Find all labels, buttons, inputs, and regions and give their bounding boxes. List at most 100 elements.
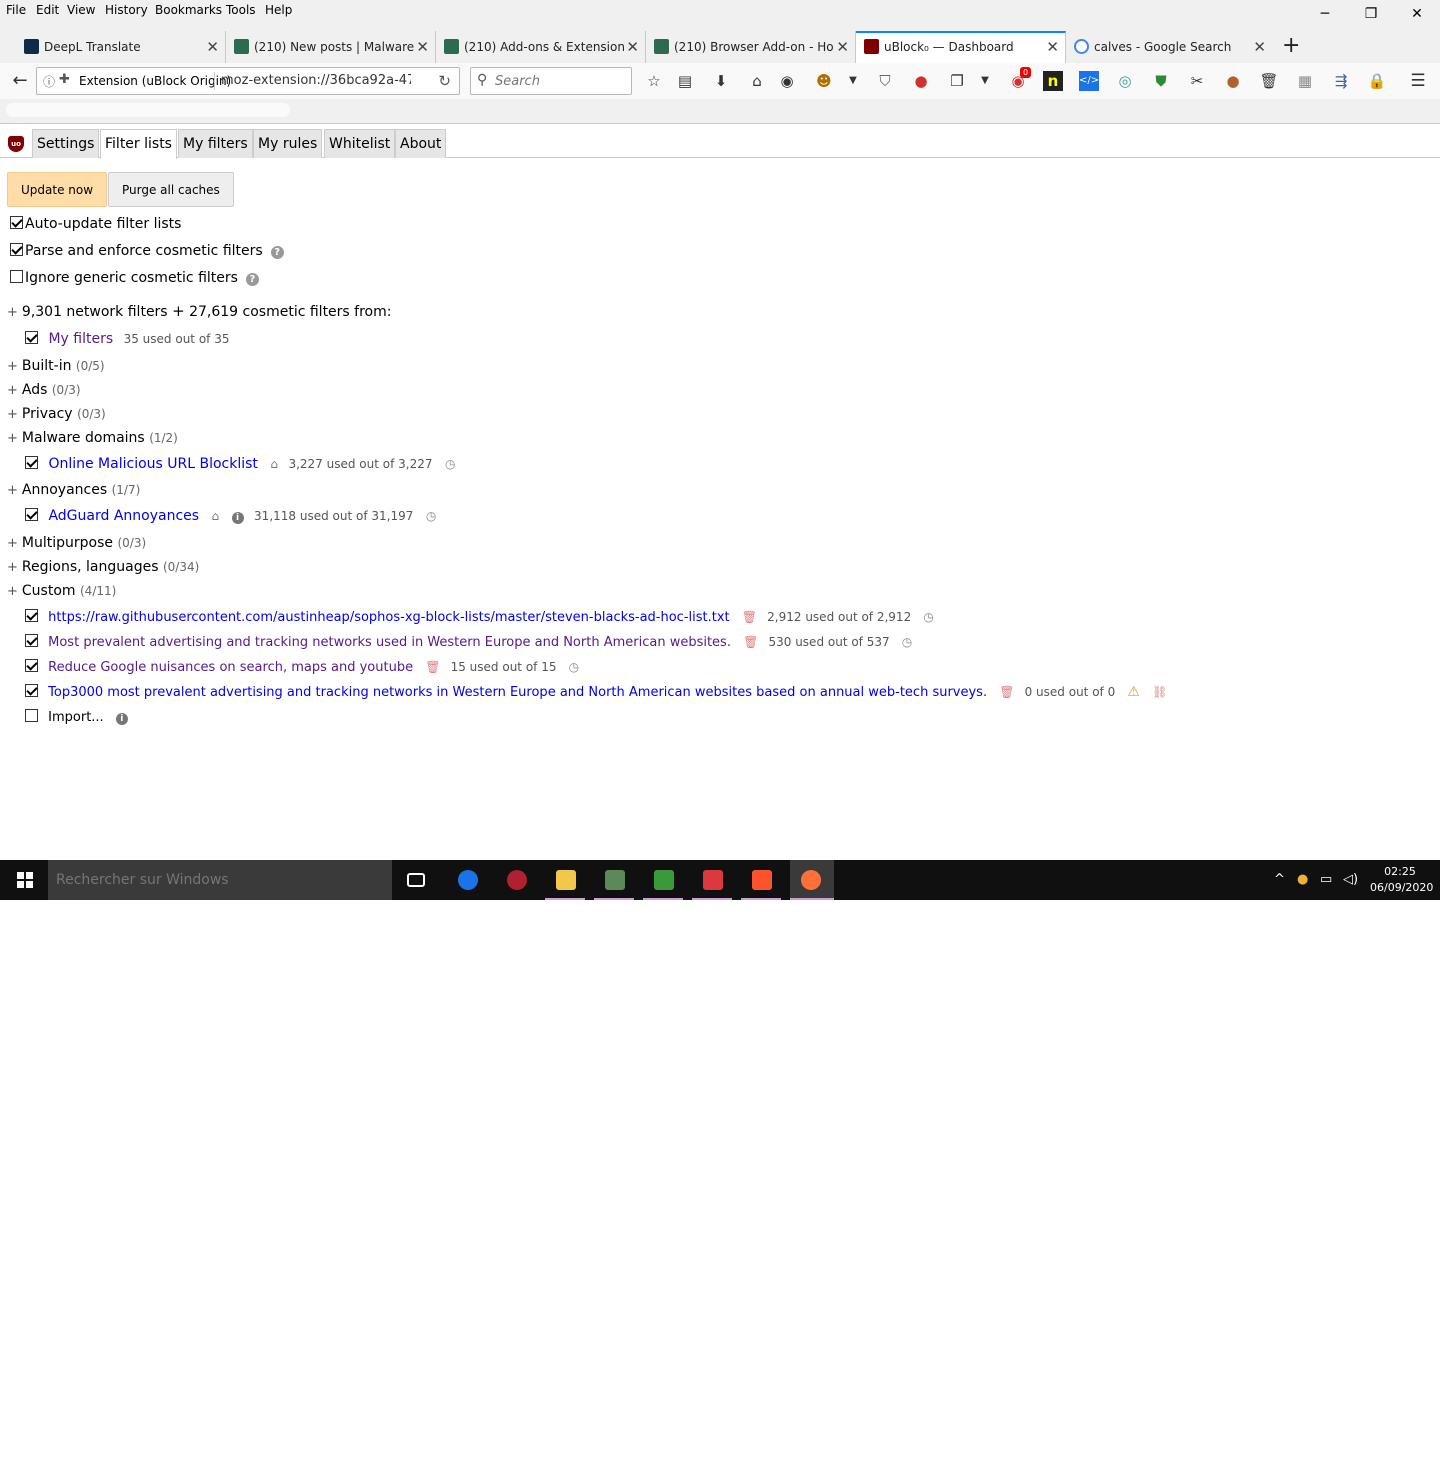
auto-update-checkbox[interactable] <box>10 216 23 229</box>
privacy-badger-icon[interactable]: ◎ <box>1115 71 1135 91</box>
purge-all-caches-button[interactable]: Purge all caches <box>108 172 234 207</box>
clock-icon[interactable]: ◷ <box>902 635 912 649</box>
search-box[interactable]: ⚲ <box>470 67 632 95</box>
forward-icon[interactable]: ⇶ <box>1331 71 1351 91</box>
close-tab-icon[interactable]: ✕ <box>206 31 219 63</box>
group-annoyances[interactable]: + Annoyances (1/7) <box>7 482 140 498</box>
taskbar-app-red[interactable] <box>496 860 536 900</box>
hamburger-menu-icon[interactable]: ☰ <box>1408 71 1428 91</box>
parse-cosmetic-checkbox[interactable] <box>10 243 23 256</box>
trash-icon[interactable]: 🗑 <box>999 685 1014 699</box>
expand-plus-icon[interactable]: + <box>7 483 18 498</box>
close-tab-icon[interactable]: ✕ <box>1046 33 1059 61</box>
adguard-annoyances-checkbox[interactable] <box>25 508 38 521</box>
task-view-button[interactable] <box>396 860 436 900</box>
clock-icon[interactable]: ◷ <box>923 610 933 624</box>
question-help-icon[interactable]: ? <box>270 246 284 259</box>
custom-list-checkbox[interactable] <box>25 659 38 672</box>
close-tab-icon[interactable]: ✕ <box>1253 31 1266 63</box>
ublock-shield-icon[interactable]: ⛉ <box>875 71 895 91</box>
new-tab-button[interactable]: + <box>1282 33 1300 59</box>
custom-list-link[interactable]: Top3000 most prevalent advertising and t… <box>48 685 987 700</box>
custom-list-link[interactable]: Reduce Google nuisances on search, maps … <box>48 660 413 675</box>
adguard-annoyances-link[interactable]: AdGuard Annoyances <box>48 508 199 524</box>
reload-icon[interactable]: ↻ <box>438 72 451 90</box>
expand-plus-icon[interactable]: + <box>7 383 18 398</box>
taskbar-firefox[interactable] <box>790 860 834 900</box>
my-filters-checkbox[interactable] <box>25 331 38 344</box>
group-malware-domains[interactable]: + Malware domains (1/2) <box>7 430 178 446</box>
taskbar-expressvpn[interactable] <box>692 860 732 900</box>
lock-icon[interactable]: 🔒 <box>1367 71 1387 91</box>
tab-my-filters[interactable]: My filters <box>178 129 253 158</box>
info-icon[interactable]: i <box>231 512 244 524</box>
start-button[interactable] <box>0 860 48 900</box>
chevron-up-icon[interactable]: ^ <box>1274 872 1285 887</box>
question-help-icon[interactable]: ? <box>245 273 259 286</box>
overflow-chevron-down-icon[interactable]: ▼ <box>843 71 863 91</box>
windows-search-input[interactable] <box>56 870 376 890</box>
reading-list-icon[interactable]: ▤ <box>675 71 695 91</box>
back-arrow-icon[interactable]: ← <box>10 71 30 91</box>
download-icon[interactable]: ⬇ <box>711 71 731 91</box>
tab-malwaretips-browser-addon[interactable]: (210) Browser Add-on - How ✕ <box>646 31 856 63</box>
tab-my-rules[interactable]: My rules <box>253 129 323 158</box>
search-input[interactable] <box>495 72 625 90</box>
notepad-icon[interactable]: n <box>1043 71 1063 91</box>
tab-whitelist[interactable]: Whitelist <box>324 129 396 158</box>
custom-list-checkbox[interactable] <box>25 684 38 697</box>
home-icon[interactable]: ⌂ <box>747 71 767 91</box>
clock-icon[interactable]: ◷ <box>426 509 436 523</box>
malicious-url-link[interactable]: Online Malicious URL Blocklist <box>48 456 257 472</box>
close-tab-icon[interactable]: ✕ <box>626 31 639 63</box>
sync-icon[interactable]: ◉ <box>777 71 797 91</box>
tab-about[interactable]: About <box>395 129 447 158</box>
import-checkbox[interactable] <box>25 709 38 722</box>
taskbar-green-app[interactable] <box>643 860 683 900</box>
restore-button[interactable]: ❐ <box>1348 2 1394 26</box>
url-text[interactable]: moz-extension://36bca92a-47 <box>221 73 411 88</box>
menu-tools[interactable]: Tools <box>226 3 256 17</box>
expand-plus-icon[interactable]: + <box>7 584 18 599</box>
cookie-icon[interactable]: ● <box>1223 71 1243 91</box>
network-icon[interactable]: ▭ <box>1320 872 1332 887</box>
clock-icon[interactable]: ◷ <box>569 660 579 674</box>
url-bar[interactable]: ⓘ ✚ Extension (uBlock Origin) moz-extens… <box>36 67 460 95</box>
expand-plus-icon[interactable]: + <box>7 359 18 374</box>
tab-malwaretips-posts[interactable]: (210) New posts | MalwareTi ✕ <box>226 31 436 63</box>
minimize-button[interactable]: ─ <box>1302 2 1348 26</box>
group-privacy[interactable]: + Privacy (0/3) <box>7 406 106 422</box>
close-tab-icon[interactable]: ✕ <box>416 31 429 63</box>
trash-icon[interactable]: 🗑 <box>1259 71 1279 91</box>
color-extension-icon[interactable]: ● <box>911 71 931 91</box>
expand-plus-icon[interactable]: + <box>7 560 18 575</box>
close-window-button[interactable]: ✕ <box>1394 2 1440 26</box>
update-now-button[interactable]: Update now <box>7 172 108 207</box>
tab-ublock-dashboard[interactable]: uBlock₀ — Dashboard ✕ <box>856 31 1066 63</box>
menu-bookmarks[interactable]: Bookmarks <box>155 3 222 17</box>
code-icon[interactable]: </> <box>1079 71 1099 91</box>
broken-link-icon[interactable]: ⛓ <box>1152 685 1167 699</box>
taskbar-file-explorer[interactable] <box>545 860 585 900</box>
chevron-down-icon[interactable]: ▼ <box>975 71 995 91</box>
info-icon[interactable]: ⓘ <box>43 73 55 90</box>
taskbar-brave[interactable] <box>741 860 781 900</box>
bookmark-star-icon[interactable]: ☆ <box>644 71 664 91</box>
page-extension-icon[interactable]: ❐ <box>947 71 967 91</box>
taskbar-edge[interactable] <box>447 860 487 900</box>
taskbar-monitor-app[interactable] <box>594 860 634 900</box>
ignore-generic-checkbox[interactable] <box>10 270 23 283</box>
group-regions-languages[interactable]: + Regions, languages (0/34) <box>7 559 199 575</box>
windows-search[interactable] <box>48 860 392 900</box>
menu-edit[interactable]: Edit <box>36 3 59 17</box>
custom-list-link[interactable]: Most prevalent advertising and tracking … <box>48 635 731 650</box>
home-icon[interactable]: ⌂ <box>270 457 278 471</box>
expand-plus-icon[interactable]: + <box>7 536 18 551</box>
custom-list-checkbox[interactable] <box>25 634 38 647</box>
expand-plus-icon[interactable]: + <box>7 305 18 320</box>
warning-icon[interactable]: ⚠ <box>1127 684 1140 700</box>
trash-icon[interactable]: 🗑 <box>743 635 758 649</box>
menu-file[interactable]: File <box>6 3 26 17</box>
system-clock[interactable]: 02:25 06/09/2020 <box>1370 864 1433 896</box>
info-icon[interactable]: i <box>115 713 128 725</box>
